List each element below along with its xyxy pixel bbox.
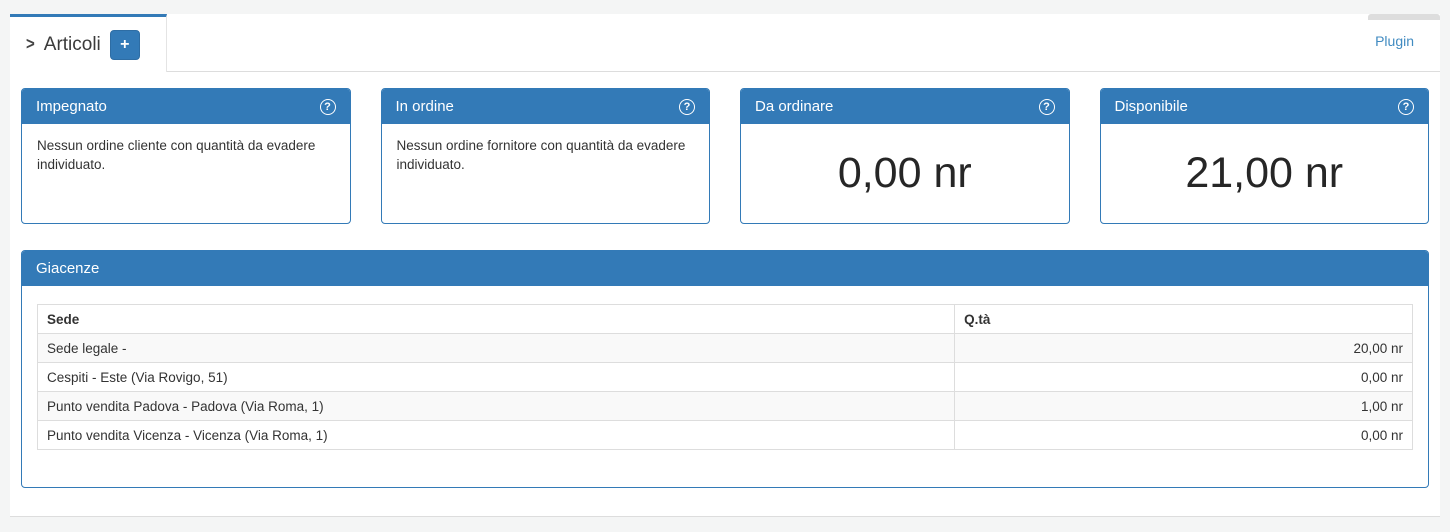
cell-qta: 0,00 nr [955,363,1413,392]
chevron-right-icon: > [26,35,35,55]
giacenze-header: Giacenze [22,251,1428,286]
giacenze-body: Sede Q.tà Sede legale - 20,00 nr Cespiti… [22,286,1428,468]
cell-sede: Punto vendita Padova - Padova (Via Roma,… [38,392,955,421]
giacenze-panel: Giacenze Sede Q.tà Sede legale - 20,00 n… [21,250,1429,488]
tab-articoli[interactable]: > Articoli + [10,14,167,72]
tab-articoli-label: Articoli [44,34,101,56]
panel-disponibile-value: 21,00 nr [1101,124,1429,223]
column-header-qta: Q.tà [955,305,1413,334]
cell-qta: 0,00 nr [955,421,1413,450]
help-icon[interactable]: ? [679,99,695,115]
cell-qta: 20,00 nr [955,334,1413,363]
panel-in-ordine: In ordine ? Nessun ordine fornitore con … [381,88,711,224]
cell-sede: Punto vendita Vicenza - Vicenza (Via Rom… [38,421,955,450]
cell-qta: 1,00 nr [955,392,1413,421]
plugin-link[interactable]: Plugin [1375,33,1414,49]
help-icon[interactable]: ? [320,99,336,115]
column-header-sede: Sede [38,305,955,334]
help-icon[interactable]: ? [1039,99,1055,115]
add-record-button[interactable]: + [110,30,140,60]
panel-da-ordinare-title: Da ordinare [755,98,833,115]
summary-panels-row: Impegnato ? Nessun ordine cliente con qu… [21,88,1429,224]
panel-da-ordinare-header: Da ordinare ? [741,89,1069,124]
panel-da-ordinare-value: 0,00 nr [741,124,1069,223]
panel-in-ordine-header: In ordine ? [382,89,710,124]
panel-da-ordinare: Da ordinare ? 0,00 nr [740,88,1070,224]
panel-disponibile: Disponibile ? 21,00 nr [1100,88,1430,224]
table-row: Punto vendita Vicenza - Vicenza (Via Rom… [38,421,1413,450]
panel-impegnato-header: Impegnato ? [22,89,350,124]
panel-impegnato: Impegnato ? Nessun ordine cliente con qu… [21,88,351,224]
cell-sede: Sede legale - [38,334,955,363]
table-row: Cespiti - Este (Via Rovigo, 51) 0,00 nr [38,363,1413,392]
giacenze-title: Giacenze [36,260,99,277]
panel-in-ordine-title: In ordine [396,98,454,115]
stock-table: Sede Q.tà Sede legale - 20,00 nr Cespiti… [37,304,1413,450]
cell-sede: Cespiti - Este (Via Rovigo, 51) [38,363,955,392]
main-container: > Articoli + Plugin Impegnato ? Nessun o… [10,14,1440,517]
help-icon[interactable]: ? [1398,99,1414,115]
panel-in-ordine-message: Nessun ordine fornitore con quantità da … [382,124,710,188]
table-row: Sede legale - 20,00 nr [38,334,1413,363]
plus-icon: + [120,36,129,54]
panel-impegnato-message: Nessun ordine cliente con quantità da ev… [22,124,350,188]
panel-disponibile-title: Disponibile [1115,98,1188,115]
table-header-row: Sede Q.tà [38,305,1413,334]
table-row: Punto vendita Padova - Padova (Via Roma,… [38,392,1413,421]
panel-impegnato-title: Impegnato [36,98,107,115]
panel-disponibile-header: Disponibile ? [1101,89,1429,124]
tab-bar: > Articoli + Plugin [10,14,1440,72]
